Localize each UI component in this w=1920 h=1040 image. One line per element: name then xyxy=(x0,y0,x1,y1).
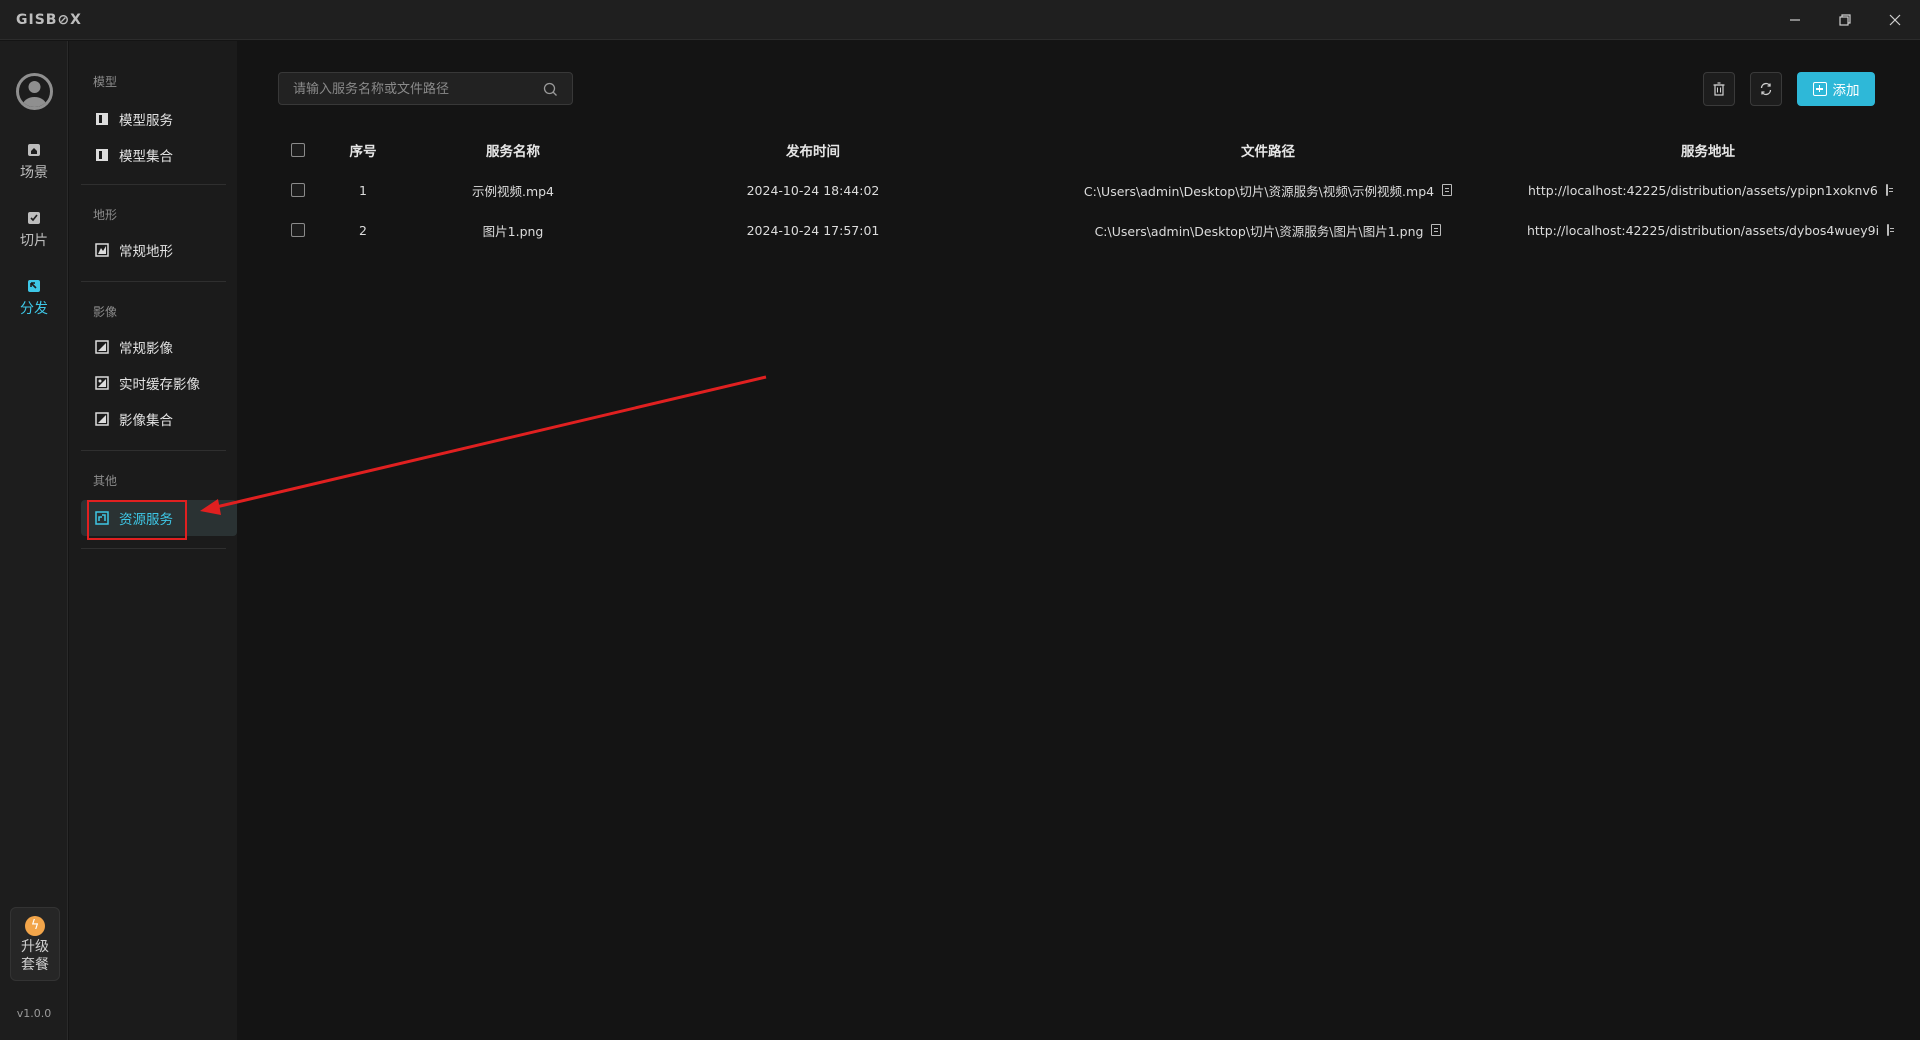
sidebar-item-label: 常规影像 xyxy=(119,341,173,357)
rail-item-label: 场景 xyxy=(20,165,48,181)
upgrade-label-line2: 套餐 xyxy=(21,957,49,973)
resource-table: 序号 服务名称 发布时间 文件路径 服务地址 1 示例视频.mp4 2024-1… xyxy=(278,130,1895,250)
upgrade-plan-button[interactable]: ϟ 升级 套餐 xyxy=(10,907,60,981)
sidebar-item-model-service[interactable]: 模型服务 xyxy=(81,103,226,135)
search-input[interactable] xyxy=(293,80,533,98)
row-url: http://localhost:42225/distribution/asse… xyxy=(1528,182,1878,198)
avatar[interactable] xyxy=(16,73,53,110)
copy-icon[interactable] xyxy=(1885,184,1894,196)
sidebar-item-realtime-cache-imagery[interactable]: 实时缓存影像 xyxy=(81,367,226,399)
tile-check-icon xyxy=(28,212,40,224)
column-header-time: 发布时间 xyxy=(786,144,840,160)
delete-button[interactable] xyxy=(1703,72,1735,106)
group-title-imagery: 影像 xyxy=(93,305,118,319)
divider xyxy=(81,450,226,451)
divider xyxy=(81,281,226,282)
row-name: 图片1.png xyxy=(482,223,544,239)
sidebar-item-label: 实时缓存影像 xyxy=(119,377,200,393)
cache-imagery-icon xyxy=(95,376,109,390)
rail-item-tile[interactable]: 切片 xyxy=(0,210,68,250)
highlight-box xyxy=(87,500,187,540)
group-title-terrain: 地形 xyxy=(93,208,118,222)
distribute-icon xyxy=(28,280,40,292)
trash-icon xyxy=(1713,82,1725,96)
row-path-cell: C:\Users\admin\Desktop\切片\资源服务\视频\示例视频.m… xyxy=(1008,170,1528,210)
row-checkbox[interactable] xyxy=(291,183,305,197)
column-header-name: 服务名称 xyxy=(486,144,540,160)
search-icon xyxy=(543,82,557,96)
app-logo: GISB⊘X xyxy=(16,12,82,28)
imagery-icon xyxy=(95,340,109,354)
row-select-cell xyxy=(278,210,318,250)
arrow-shaft xyxy=(211,375,767,510)
divider xyxy=(81,184,226,185)
sidebar-item-label: 模型集合 xyxy=(119,149,173,165)
sidebar-item-label: 影像集合 xyxy=(119,413,173,429)
refresh-icon xyxy=(1760,82,1772,96)
sub-sidebar: 模型 模型服务 模型集合 地形 常规地形 影像 常规影像 实时缓存影像 影像集合… xyxy=(69,41,237,1040)
row-path: C:\Users\admin\Desktop\切片\资源服务\视频\示例视频.m… xyxy=(1083,183,1435,199)
plus-square-icon xyxy=(1812,82,1827,96)
row-url-cell: http://localhost:42225/distribution/asse… xyxy=(1526,210,1895,250)
lightning-icon: ϟ xyxy=(25,916,45,936)
imagery-collection-icon xyxy=(95,412,109,426)
rail-item-distribute[interactable]: 分发 xyxy=(0,278,68,318)
row-time: 2024-10-24 17:57:01 xyxy=(746,222,880,238)
add-button[interactable]: 添加 xyxy=(1797,72,1875,106)
close-icon xyxy=(1889,14,1901,26)
search-box[interactable] xyxy=(278,72,573,105)
column-header-url: 服务地址 xyxy=(1681,144,1735,160)
rail-item-label: 分发 xyxy=(20,301,48,317)
divider xyxy=(81,548,226,549)
rail-item-label: 切片 xyxy=(20,233,48,249)
close-button[interactable] xyxy=(1882,8,1908,32)
select-all-checkbox[interactable] xyxy=(291,143,305,157)
terrain-icon xyxy=(95,243,109,257)
copy-icon[interactable] xyxy=(1431,224,1442,236)
row-time: 2024-10-24 18:44:02 xyxy=(746,182,880,198)
column-header-index: 序号 xyxy=(349,144,377,160)
upgrade-label-line1: 升级 xyxy=(21,939,49,955)
title-bar: GISB⊘X xyxy=(0,0,1920,40)
row-name: 示例视频.mp4 xyxy=(471,183,555,199)
home-icon xyxy=(28,144,40,156)
left-rail: 场景 切片 分发 ϟ 升级 套餐 v1.0.0 xyxy=(0,41,68,1040)
row-url: http://localhost:42225/distribution/asse… xyxy=(1526,222,1880,238)
row-select-cell xyxy=(278,170,318,210)
select-all-cell xyxy=(278,130,318,170)
sidebar-item-terrain[interactable]: 常规地形 xyxy=(81,234,226,266)
row-url-cell: http://localhost:42225/distribution/asse… xyxy=(1528,170,1894,210)
restore-button[interactable] xyxy=(1832,8,1858,32)
sidebar-item-imagery[interactable]: 常规影像 xyxy=(81,331,226,363)
row-index: 2 xyxy=(359,222,367,238)
sidebar-item-label: 常规地形 xyxy=(119,244,173,260)
table-row[interactable]: 2 图片1.png 2024-10-24 17:57:01 C:\Users\a… xyxy=(278,210,1895,250)
sidebar-item-model-collection[interactable]: 模型集合 xyxy=(81,139,226,171)
version-label: v1.0.0 xyxy=(16,1007,52,1020)
row-path: C:\Users\admin\Desktop\切片\资源服务\图片\图片1.pn… xyxy=(1094,223,1424,239)
rail-item-scene[interactable]: 场景 xyxy=(0,142,68,182)
restore-icon xyxy=(1839,14,1851,26)
copy-icon[interactable] xyxy=(1887,224,1895,236)
table-header: 序号 服务名称 发布时间 文件路径 服务地址 xyxy=(278,130,1888,170)
row-index: 1 xyxy=(359,182,367,198)
row-path-cell: C:\Users\admin\Desktop\切片\资源服务\图片\图片1.pn… xyxy=(1008,210,1528,250)
sidebar-item-label: 模型服务 xyxy=(119,113,173,129)
group-title-model: 模型 xyxy=(93,75,118,89)
model-collection-icon xyxy=(96,149,108,161)
copy-icon[interactable] xyxy=(1442,184,1453,196)
minimize-icon xyxy=(1790,19,1800,21)
column-header-path: 文件路径 xyxy=(1241,144,1295,160)
add-button-label: 添加 xyxy=(1832,83,1860,99)
minimize-button[interactable] xyxy=(1782,8,1808,32)
group-title-other: 其他 xyxy=(93,474,118,488)
row-checkbox[interactable] xyxy=(291,223,305,237)
sidebar-item-imagery-collection[interactable]: 影像集合 xyxy=(81,403,226,435)
table-row[interactable]: 1 示例视频.mp4 2024-10-24 18:44:02 C:\Users\… xyxy=(278,170,1894,210)
model-icon xyxy=(96,113,108,125)
refresh-button[interactable] xyxy=(1750,72,1782,106)
user-icon xyxy=(22,81,47,107)
